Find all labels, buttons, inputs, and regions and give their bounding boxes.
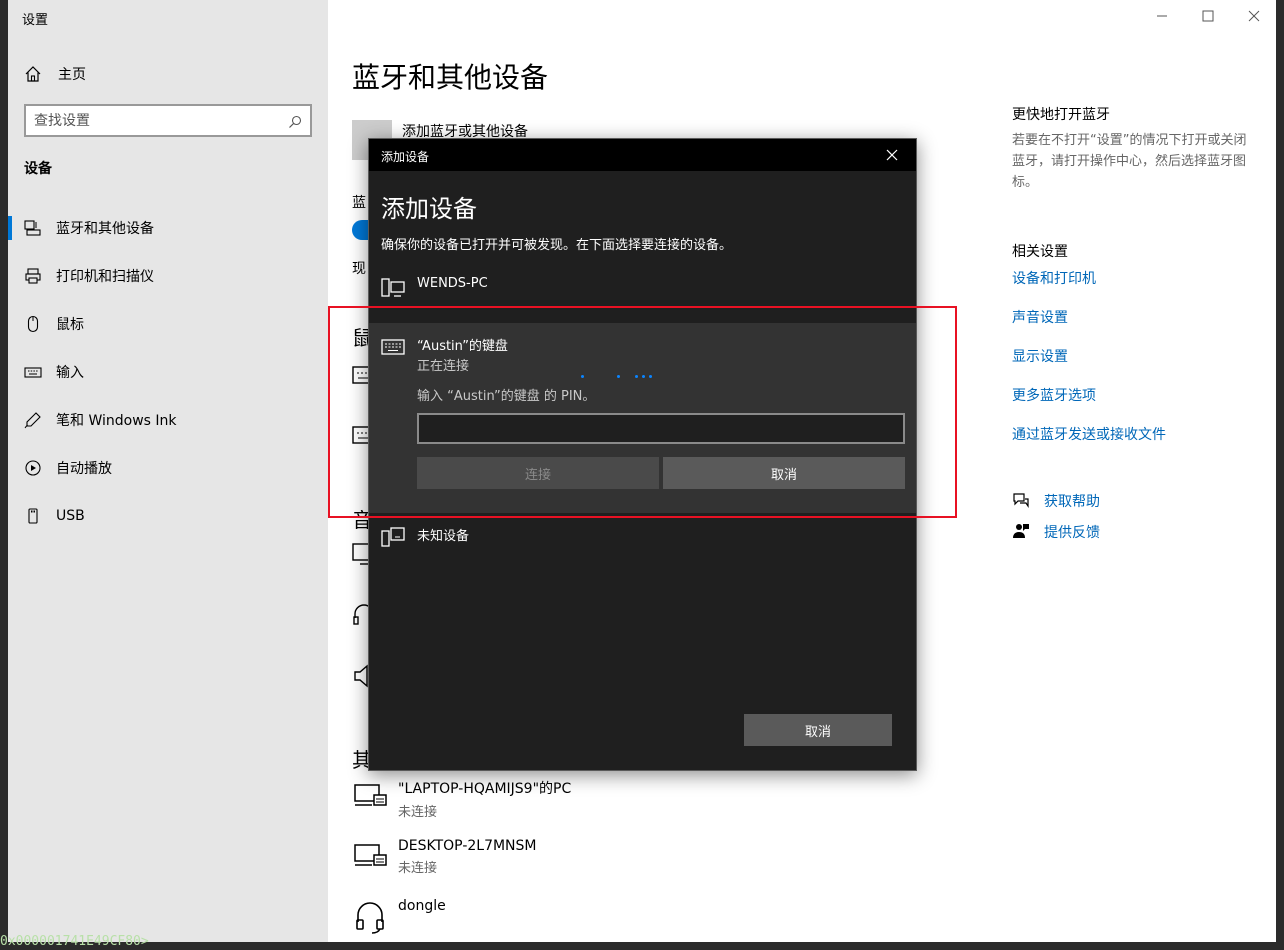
terminal-text-fragment: 0x000001741E49CF80> <box>0 934 149 949</box>
device-item-wends-pc[interactable]: WENDS-PC <box>381 276 488 300</box>
progress-dots <box>581 375 661 379</box>
sidebar-item-usb[interactable]: USB <box>8 492 328 540</box>
sidebar-item-label: 笔和 Windows Ink <box>56 413 177 429</box>
link-sound-settings[interactable]: 声音设置 <box>1012 307 1068 327</box>
mouse-icon <box>24 315 42 333</box>
printer-icon <box>24 267 42 285</box>
add-device-dialog: 添加设备 添加设备 确保你的设备已打开并可被发现。在下面选择要连接的设备。 WE… <box>368 138 917 771</box>
give-feedback-link[interactable]: 提供反馈 <box>1044 522 1100 542</box>
sidebar-item-label: 自动播放 <box>56 461 112 477</box>
minimize-button[interactable] <box>1150 6 1174 26</box>
search-box[interactable] <box>24 104 312 137</box>
sidebar-item-label: 打印机和扫描仪 <box>56 269 154 285</box>
sidebar-item-mouse[interactable]: 鼠标 <box>8 300 328 348</box>
device-name: 未知设备 <box>417 529 470 544</box>
dialog-cancel-button[interactable]: 取消 <box>744 714 892 746</box>
pin-input[interactable] <box>417 413 905 444</box>
page-title: 蓝牙和其他设备 <box>352 61 549 94</box>
pc-network-icon <box>352 778 388 814</box>
dialog-title-bar: 添加设备 <box>369 139 916 171</box>
close-icon <box>1248 7 1260 26</box>
sidebar-item-pen[interactable]: 笔和 Windows Ink <box>8 396 328 444</box>
cancel-pin-button[interactable]: 取消 <box>663 457 905 489</box>
device-name: WENDS-PC <box>417 276 488 291</box>
get-help-link[interactable]: 获取帮助 <box>1044 491 1100 511</box>
sidebar-item-label: 鼠标 <box>56 317 84 333</box>
link-send-receive-files[interactable]: 通过蓝牙发送或接收文件 <box>1012 424 1166 444</box>
device-name: "LAPTOP-HQAMIJS9"的PC <box>398 781 572 797</box>
search-icon[interactable] <box>288 114 302 128</box>
link-devices-printers[interactable]: 设备和打印机 <box>1012 268 1096 288</box>
connect-button[interactable]: 连接 <box>417 457 659 489</box>
quick-bluetooth-title: 更快地打开蓝牙 <box>1012 107 1110 123</box>
close-icon <box>886 146 898 165</box>
keyboard-icon <box>381 335 405 359</box>
quick-bluetooth-text: 若要在不打开“设置”的情况下打开或关闭蓝牙，请打开操作中心，然后选择蓝牙图标。 <box>1012 133 1247 190</box>
connection-status: 正在连接 <box>417 359 470 374</box>
pin-prompt: 输入 “Austin”的键盘 的 PIN。 <box>417 389 596 404</box>
discoverable-text-fragment: 现 <box>352 261 366 277</box>
sidebar: 设置 主页 设备 蓝牙和其他设备 <box>8 0 328 942</box>
sidebar-item-label: 输入 <box>56 365 84 381</box>
close-window-button[interactable] <box>1242 6 1266 26</box>
sidebar-item-printers[interactable]: 打印机和扫描仪 <box>8 252 328 300</box>
sidebar-section-title: 设备 <box>24 161 52 177</box>
dialog-bar-title: 添加设备 <box>381 150 430 164</box>
dialog-title: 添加设备 <box>381 195 477 223</box>
sidebar-nav: 蓝牙和其他设备 打印机和扫描仪 鼠标 输入 笔和 Windows Ink 自动播… <box>8 204 328 540</box>
sidebar-item-label: USB <box>56 508 85 524</box>
home-icon <box>24 65 42 83</box>
keyboard-icon <box>24 363 42 381</box>
dialog-close-button[interactable] <box>876 142 908 168</box>
feedback-icon <box>1012 522 1030 540</box>
maximize-button[interactable] <box>1196 6 1220 26</box>
device-item[interactable]: DESKTOP-2L7MNSM 未连接 <box>352 838 537 876</box>
autoplay-icon <box>24 459 42 477</box>
sidebar-item-typing[interactable]: 输入 <box>8 348 328 396</box>
headphones-icon <box>352 898 388 934</box>
pc-icon <box>381 276 405 300</box>
sidebar-item-autoplay[interactable]: 自动播放 <box>8 444 328 492</box>
bluetooth-devices-icon <box>24 219 42 237</box>
minimize-icon <box>1156 7 1168 26</box>
unknown-device-icon <box>381 525 405 549</box>
home-label: 主页 <box>58 67 86 83</box>
related-settings-title: 相关设置 <box>1012 244 1068 260</box>
device-item[interactable]: "LAPTOP-HQAMIJS9"的PC 未连接 <box>352 778 571 820</box>
device-status: 未连接 <box>398 861 438 876</box>
maximize-icon <box>1202 7 1214 26</box>
link-more-bluetooth-options[interactable]: 更多蓝牙选项 <box>1012 385 1096 405</box>
link-display-settings[interactable]: 显示设置 <box>1012 346 1068 366</box>
help-icon <box>1012 491 1030 509</box>
device-name: dongle <box>398 898 446 914</box>
window-title: 设置 <box>22 13 49 28</box>
pc-network-icon <box>352 838 388 874</box>
device-item-austin-keyboard[interactable]: “Austin”的键盘 正在连接 输入 “Austin”的键盘 的 PIN。 连… <box>369 323 916 513</box>
search-input[interactable] <box>34 112 288 129</box>
sidebar-item-bluetooth[interactable]: 蓝牙和其他设备 <box>8 204 328 252</box>
dialog-subtitle: 确保你的设备已打开并可被发现。在下面选择要连接的设备。 <box>381 238 733 253</box>
sidebar-item-label: 蓝牙和其他设备 <box>56 221 154 237</box>
device-name: DESKTOP-2L7MNSM <box>398 838 537 854</box>
bluetooth-heading-fragment: 蓝 <box>352 195 366 211</box>
usb-icon <box>24 507 42 525</box>
home-nav[interactable]: 主页 <box>24 64 86 84</box>
pen-icon <box>24 411 42 429</box>
device-item-unknown[interactable]: 未知设备 <box>381 525 469 549</box>
device-item[interactable]: dongle <box>352 898 446 934</box>
device-status: 未连接 <box>398 805 438 820</box>
